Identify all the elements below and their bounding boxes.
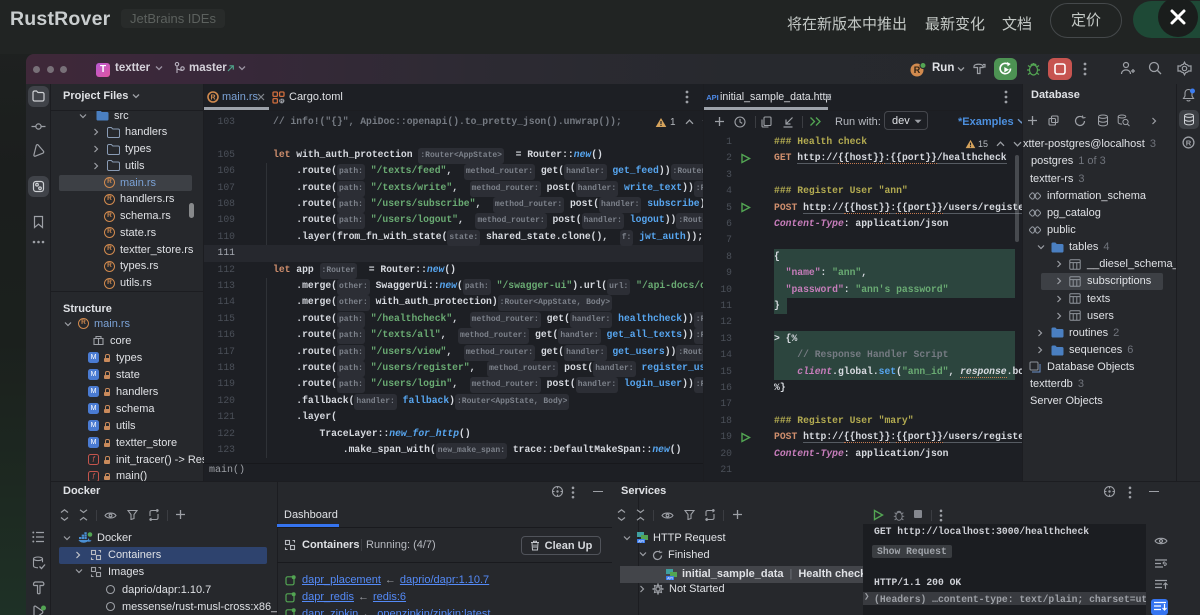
svg-text:API: API (638, 539, 644, 543)
svg-text:API: API (667, 576, 673, 580)
svg-text:R: R (1186, 138, 1192, 147)
svg-text:R: R (210, 95, 215, 102)
svg-text:R: R (280, 99, 284, 104)
